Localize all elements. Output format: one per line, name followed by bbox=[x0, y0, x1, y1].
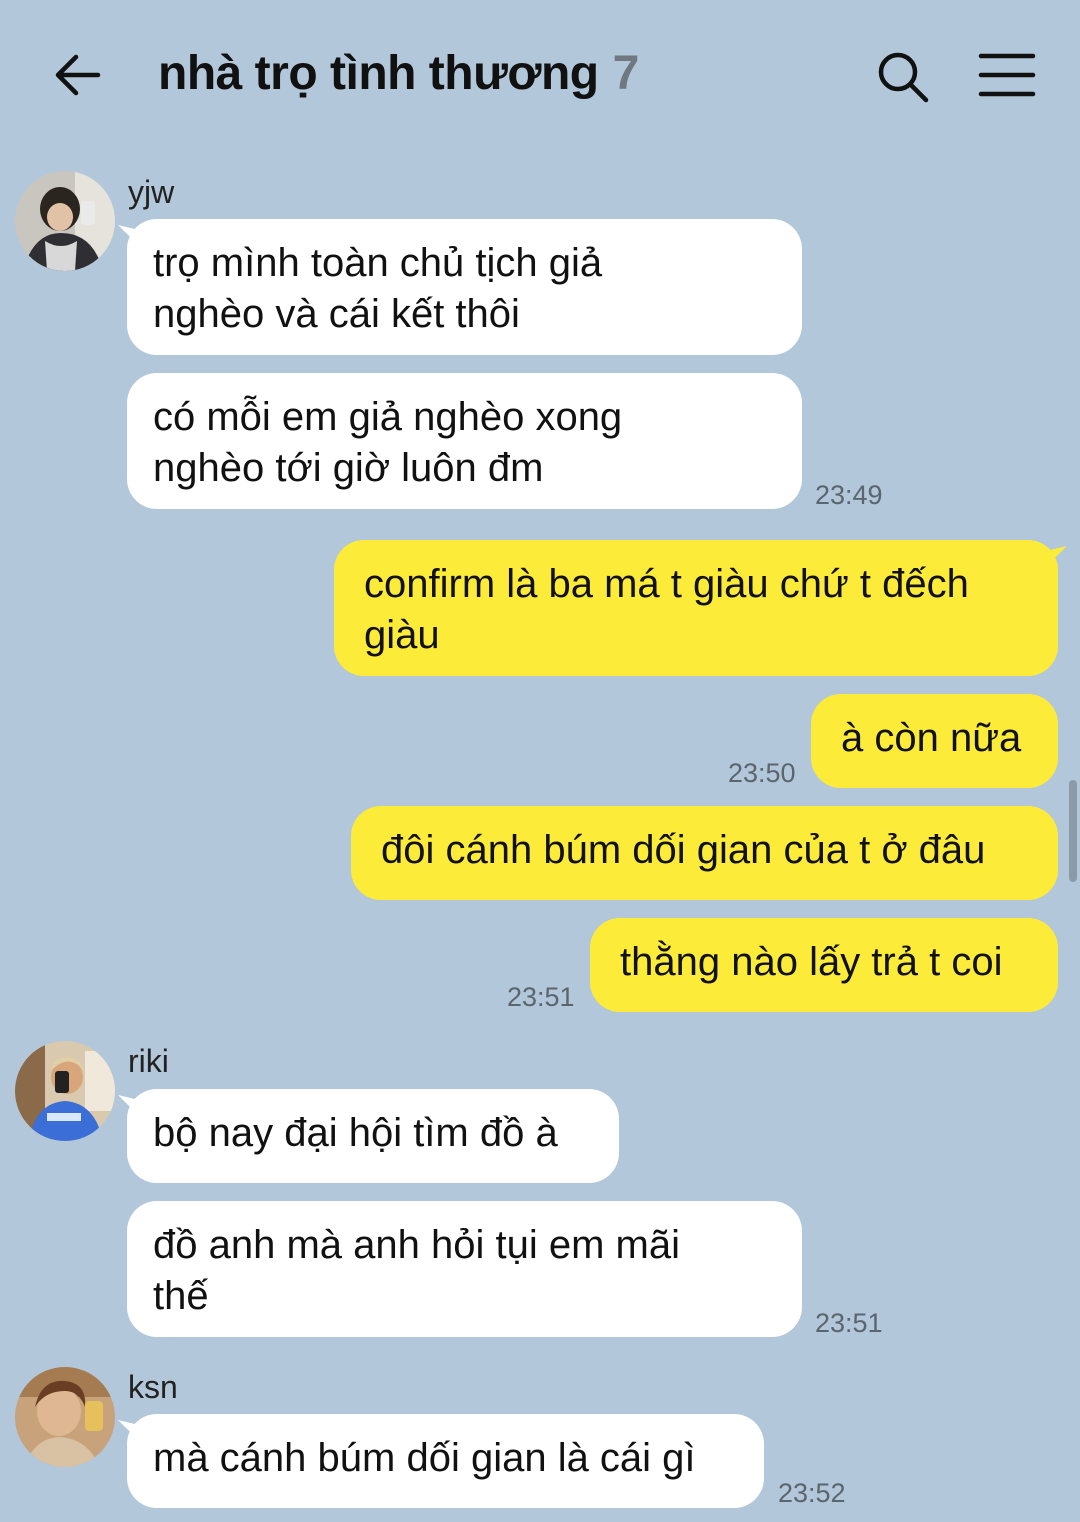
message-timestamp: 23:50 bbox=[728, 758, 796, 788]
message-bubble[interactable]: à còn nữa bbox=[811, 694, 1058, 788]
message-bubble[interactable]: đồ anh mà anh hỏi tụi em mãi thế bbox=[127, 1201, 802, 1337]
message-bubble[interactable]: thằng nào lấy trả t coi bbox=[590, 918, 1058, 1012]
message-bubble[interactable]: có mỗi em giả nghèo xong nghèo tới giờ l… bbox=[127, 373, 802, 509]
arrow-left-icon bbox=[55, 54, 101, 96]
message-bubble[interactable]: confirm là ba má t giàu chứ t đếch giàu bbox=[334, 540, 1058, 676]
message-timestamp: 23:49 bbox=[815, 480, 883, 510]
message-bubble[interactable]: mà cánh búm dối gian là cái gì bbox=[127, 1414, 764, 1508]
menu-button[interactable] bbox=[978, 52, 1036, 98]
member-count: 7 bbox=[612, 47, 640, 100]
search-icon bbox=[878, 52, 929, 103]
search-button[interactable] bbox=[876, 50, 930, 104]
message-bubble[interactable]: trọ mình toàn chủ tịch giả nghèo và cái … bbox=[127, 219, 802, 355]
avatar-riki[interactable] bbox=[15, 1041, 115, 1141]
message-timestamp: 23:51 bbox=[815, 1308, 883, 1338]
sender-name: riki bbox=[128, 1043, 169, 1079]
back-button[interactable] bbox=[50, 50, 106, 100]
chat-title: nhà trọ tình thương 7 bbox=[158, 46, 639, 101]
sender-name: ksn bbox=[128, 1369, 178, 1405]
message-timestamp: 23:52 bbox=[778, 1478, 846, 1508]
scrollbar[interactable] bbox=[1069, 780, 1077, 882]
message-bubble[interactable]: bộ nay đại hội tìm đồ à bbox=[127, 1089, 619, 1183]
avatar-ksn[interactable] bbox=[15, 1367, 115, 1467]
sender-name: yjw bbox=[128, 174, 175, 210]
avatar-yjw[interactable] bbox=[15, 171, 115, 271]
message-timestamp: 23:51 bbox=[507, 982, 575, 1012]
message-bubble[interactable]: đôi cánh búm dối gian của t ở đâu bbox=[351, 806, 1058, 900]
hamburger-menu-icon bbox=[978, 53, 1036, 97]
chat-room-name: nhà trọ tình thương bbox=[158, 47, 599, 100]
chat-header: nhà trọ tình thương 7 bbox=[0, 0, 1080, 150]
